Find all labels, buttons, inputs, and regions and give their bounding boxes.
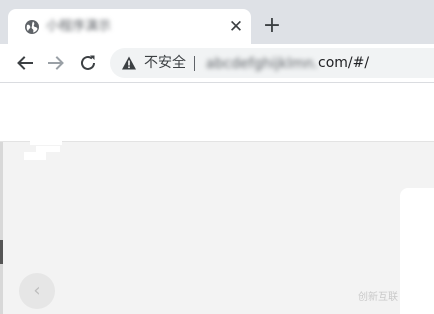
browser-tab[interactable]: 小程序演示 ✕ xyxy=(8,9,251,44)
prev-button[interactable]: ‹ xyxy=(19,273,55,309)
page-body xyxy=(0,142,434,314)
forward-arrow-icon[interactable] xyxy=(45,52,67,74)
watermark: 创新互联 xyxy=(358,292,398,303)
left-edge-mark xyxy=(0,240,3,264)
warning-triangle-icon[interactable] xyxy=(121,55,137,71)
back-arrow-icon[interactable] xyxy=(14,52,36,74)
left-edge-strip xyxy=(0,142,3,314)
content-card xyxy=(400,188,434,314)
globe-icon xyxy=(24,19,40,35)
header-logo-fragment xyxy=(16,130,62,160)
address-separator xyxy=(194,56,195,71)
reload-icon[interactable] xyxy=(77,52,99,74)
page-header xyxy=(0,83,434,142)
tab-title: 小程序演示 xyxy=(46,19,112,34)
tab-strip: 小程序演示 ✕ + xyxy=(0,0,434,44)
browser-toolbar: 不安全 abcdefghijklmn. com/#/ xyxy=(0,44,434,83)
new-tab-icon[interactable]: + xyxy=(262,15,282,37)
browser-window: 小程序演示 ✕ + 不安全 abcdefghijklmn. com/#/ ‹ 创… xyxy=(0,0,434,314)
security-label[interactable]: 不安全 xyxy=(144,54,186,72)
address-bar[interactable]: 不安全 abcdefghijklmn. com/#/ xyxy=(110,48,434,78)
url-text: com/#/ xyxy=(318,55,370,71)
close-tab-icon[interactable]: ✕ xyxy=(227,18,245,36)
url-host-blurred: abcdefghijklmn. xyxy=(206,56,319,72)
